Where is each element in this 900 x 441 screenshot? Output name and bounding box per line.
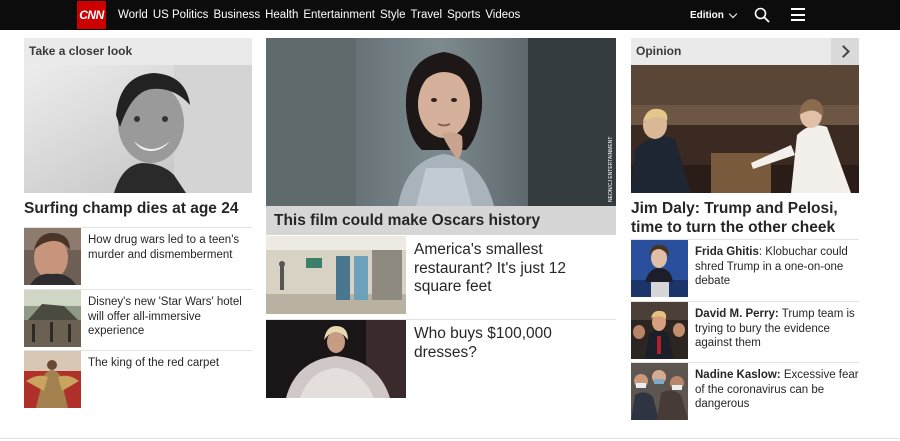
item-text: Disney's new 'Star Wars' hotel will offe…	[88, 296, 242, 337]
top-nav: CNN World US Politics Business Health En…	[0, 0, 900, 30]
edition-dropdown[interactable]: Edition	[690, 0, 738, 30]
item-text: Frida Ghitis: Klobuchar could shred Trum…	[688, 240, 859, 301]
author-name: Frida Ghitis	[695, 246, 759, 258]
cnn-logo[interactable]: CNN	[77, 1, 106, 29]
section-title: Opinion	[636, 44, 682, 58]
list-item[interactable]: Who buys $100,000 dresses?	[266, 319, 616, 399]
list-item[interactable]: The king of the red carpet	[24, 350, 252, 408]
item-text: America's smallest restaurant? It's just…	[414, 241, 567, 295]
chevron-down-icon	[728, 9, 738, 18]
klobuchar-thumbnail	[631, 240, 688, 297]
item-text: Who buys $100,000 dresses?	[414, 325, 552, 361]
item-text: Nadine Kaslow: Excessive fear of the cor…	[688, 363, 859, 422]
closer-look-section: Take a closer look Surfing champ dies at…	[24, 38, 252, 408]
star-wars-hotel-thumbnail	[24, 290, 81, 347]
restaurant-thumbnail	[266, 236, 406, 314]
dress-thumbnail	[266, 320, 406, 398]
nav-link-entertainment[interactable]: Entertainment	[303, 9, 375, 21]
list-item[interactable]: Frida Ghitis: Klobuchar could shred Trum…	[631, 239, 859, 301]
list-item[interactable]: America's smallest restaurant? It's just…	[266, 236, 616, 316]
nav-link-travel[interactable]: Travel	[411, 9, 443, 21]
section-title: Take a closer look	[24, 38, 252, 65]
nav-link-health[interactable]: Health	[265, 9, 298, 21]
trump-pelosi-photo[interactable]	[631, 65, 859, 193]
surfing-headline[interactable]: Surfing champ dies at age 24	[24, 193, 252, 224]
search-icon[interactable]	[754, 7, 770, 23]
divider	[0, 438, 900, 439]
opinion-headline[interactable]: Jim Daly: Trump and Pelosi, time to turn…	[631, 193, 859, 236]
list-item[interactable]: David M. Perry: Trump team is trying to …	[631, 301, 859, 362]
list-item[interactable]: Nadine Kaslow: Excessive fear of the cor…	[631, 362, 859, 422]
opinion-section: Opinion Jim Daly: Trump and Pelosi, time…	[631, 38, 859, 422]
list-item[interactable]: How drug wars led to a teen's murder and…	[24, 227, 252, 289]
list-item[interactable]: Disney's new 'Star Wars' hotel will offe…	[24, 289, 252, 350]
edition-label: Edition	[690, 9, 724, 21]
red-carpet-thumbnail	[24, 351, 81, 408]
author-name: Nadine Kaslow:	[695, 369, 781, 381]
item-text: The king of the red carpet	[88, 357, 220, 369]
nav-link-business[interactable]: Business	[213, 9, 260, 21]
nav-link-style[interactable]: Style	[380, 9, 406, 21]
hamburger-menu-icon[interactable]	[791, 8, 805, 21]
photo-credit: NEON/CJ ENTERTAINMENT	[608, 137, 614, 202]
surfer-photo[interactable]	[24, 65, 252, 193]
teen-thumbnail	[24, 228, 81, 285]
film-hero-photo[interactable]: NEON/CJ ENTERTAINMENT	[266, 38, 616, 206]
coronavirus-thumbnail	[631, 363, 688, 420]
nav-link-sports[interactable]: Sports	[447, 9, 480, 21]
author-name: David M. Perry:	[695, 308, 779, 320]
featured-section: NEON/CJ ENTERTAINMENT This film could ma…	[266, 38, 616, 399]
item-text: David M. Perry: Trump team is trying to …	[688, 302, 859, 362]
nav-link-videos[interactable]: Videos	[485, 9, 520, 21]
film-headline[interactable]: This film could make Oscars history	[266, 206, 616, 235]
section-header: Opinion	[631, 38, 859, 65]
next-arrow-button[interactable]	[831, 38, 859, 65]
nav-link-us-politics[interactable]: US Politics	[153, 9, 209, 21]
trump-team-thumbnail	[631, 302, 688, 359]
item-text: How drug wars led to a teen's murder and…	[88, 234, 240, 261]
nav-link-world[interactable]: World	[118, 9, 148, 21]
nav-links: World US Politics Business Health Entert…	[118, 0, 525, 30]
